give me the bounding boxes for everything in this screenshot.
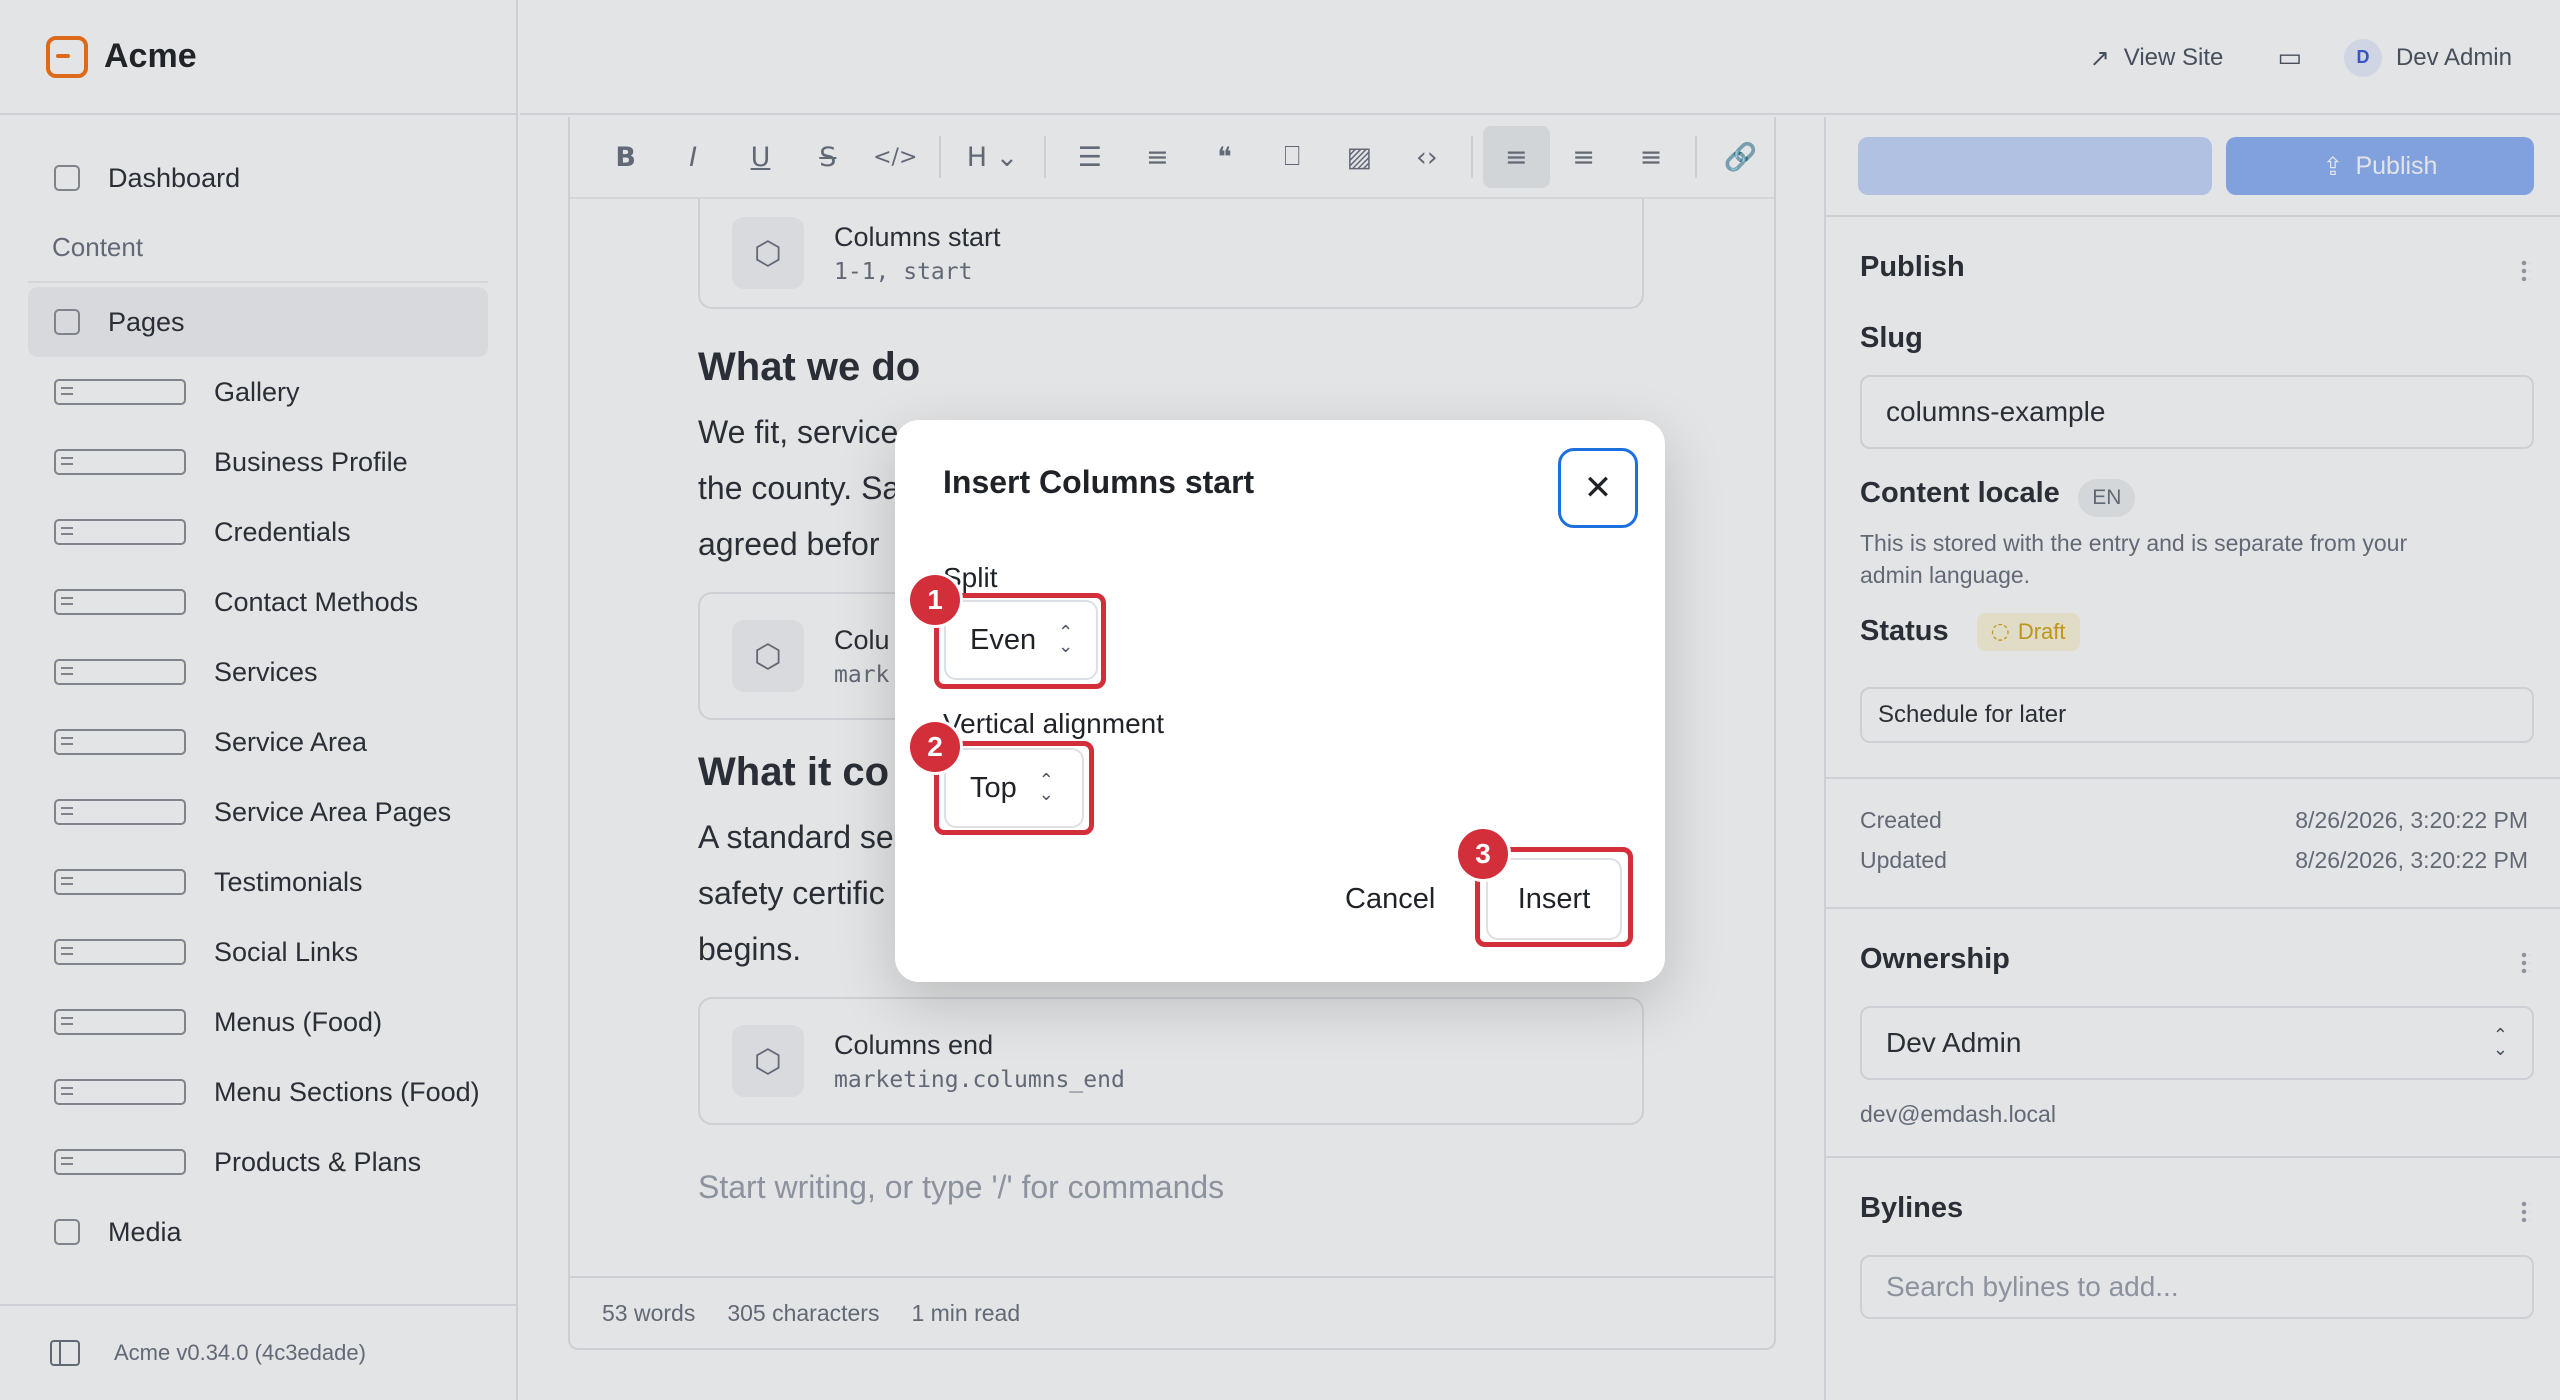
annotation-box-1 bbox=[934, 593, 1106, 689]
dialog-title: Insert Columns start bbox=[943, 464, 1255, 500]
annotation-badge-2: 2 bbox=[910, 722, 960, 772]
valign-label: Vertical alignment bbox=[943, 708, 1165, 739]
close-icon: ✕ bbox=[1583, 468, 1613, 508]
annotation-badge-1: 1 bbox=[910, 575, 960, 625]
annotation-badge-3: 3 bbox=[1458, 829, 1508, 879]
cancel-button[interactable]: Cancel bbox=[1345, 883, 1435, 916]
close-button[interactable]: ✕ bbox=[1558, 448, 1638, 528]
insert-columns-dialog: Insert Columns start ✕ Split Even ⌃ ⌄ Ver… bbox=[895, 420, 1665, 982]
